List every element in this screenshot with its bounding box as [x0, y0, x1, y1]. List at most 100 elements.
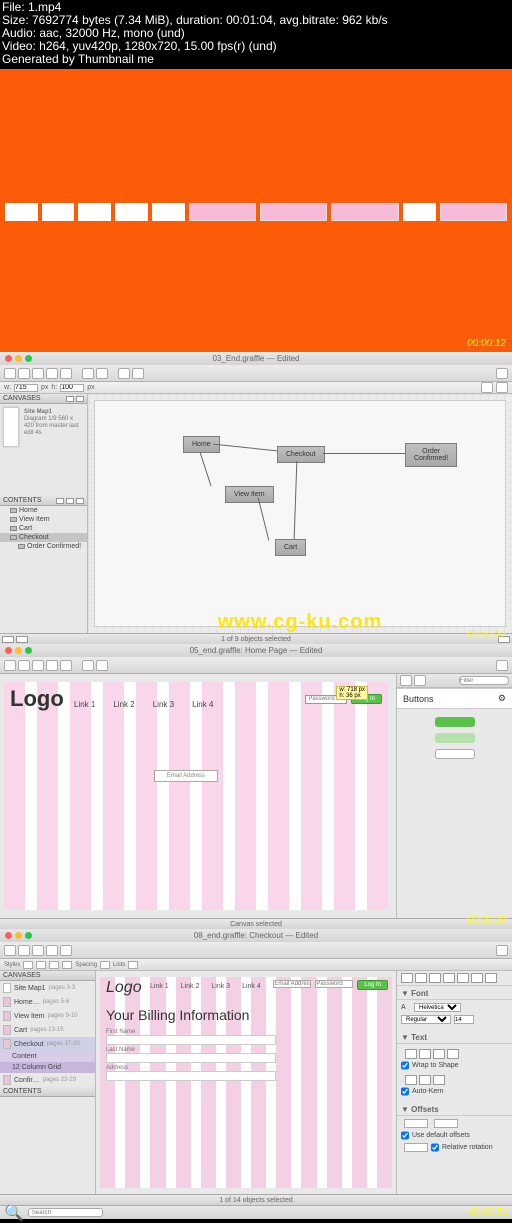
canvas-thumbnail[interactable]	[3, 407, 19, 447]
canvas[interactable]: Home Checkout Order Confirmed! View Item…	[88, 394, 512, 633]
email-field[interactable]: Email Address	[154, 770, 218, 782]
node-view[interactable]: View Item	[225, 486, 274, 503]
close-icon[interactable]	[5, 355, 12, 362]
lastname-input[interactable]	[106, 1053, 276, 1063]
stencil-button-secondary[interactable]	[435, 733, 475, 743]
close-icon[interactable]	[5, 647, 12, 654]
relrot-checkbox[interactable]	[431, 1143, 439, 1152]
tool-redo[interactable]	[132, 368, 144, 379]
list-item[interactable]: Order Confirmed!	[0, 542, 87, 551]
tool-inspector[interactable]	[496, 368, 508, 379]
nav-link[interactable]: Link 1	[150, 983, 169, 990]
tool-shape[interactable]	[18, 945, 30, 956]
rotation-input[interactable]	[404, 1143, 428, 1152]
minimize-icon[interactable]	[15, 647, 22, 654]
tool-rect[interactable]	[82, 368, 94, 379]
inspector-section[interactable]: ▼ Font	[397, 985, 512, 1000]
search-input[interactable]	[28, 1208, 103, 1217]
align-center-icon[interactable]	[419, 1049, 431, 1059]
logo[interactable]: Logo	[10, 686, 64, 712]
close-icon[interactable]	[5, 932, 12, 939]
tool-inspector[interactable]	[496, 945, 508, 956]
minimize-icon[interactable]	[15, 932, 22, 939]
email-input[interactable]	[273, 980, 311, 988]
spacing-icon[interactable]	[100, 961, 110, 969]
wrap-checkbox[interactable]	[401, 1061, 409, 1070]
tool-select[interactable]	[4, 660, 16, 671]
canvas-item[interactable]: Checkoutpages 17-20	[0, 1037, 95, 1051]
nav-link[interactable]: Link 3	[153, 700, 174, 709]
inspector-section[interactable]: ▼ Text	[397, 1030, 512, 1044]
contents-outline-icon[interactable]	[76, 498, 84, 504]
canvas-sublayer[interactable]: 12 Column Grid	[0, 1062, 95, 1073]
valign-mid-icon[interactable]	[419, 1075, 431, 1085]
valign-top-icon[interactable]	[405, 1075, 417, 1085]
contents-list-icon[interactable]	[66, 498, 74, 504]
tool-pen[interactable]	[60, 368, 72, 379]
tool-inspector[interactable]	[496, 660, 508, 671]
stencil-fwd-icon[interactable]	[414, 675, 426, 686]
tool-shape[interactable]	[18, 660, 30, 671]
zoom-icon[interactable]	[25, 355, 32, 362]
tool-shape[interactable]	[18, 368, 30, 379]
inspector-tab-icon[interactable]	[457, 973, 469, 983]
autokern-checkbox[interactable]	[401, 1087, 409, 1096]
valign-bot-icon[interactable]	[433, 1075, 445, 1085]
tool-undo[interactable]	[82, 660, 94, 671]
font-size-input[interactable]	[454, 1015, 474, 1024]
filter-input[interactable]	[459, 676, 509, 685]
font-family-select[interactable]: Helvetica	[414, 1003, 461, 1012]
gear-icon[interactable]: ⚙	[498, 693, 506, 704]
list-item[interactable]: Cart	[0, 524, 87, 533]
align-right-icon[interactable]	[49, 961, 59, 969]
inspector-tab-icon[interactable]	[471, 973, 483, 983]
zoom-out-icon[interactable]	[2, 636, 14, 643]
zoom-icon[interactable]	[25, 932, 32, 939]
canvas-item[interactable]: Confir…pages 23-29	[0, 1073, 95, 1087]
canvas-item[interactable]: Cartpages 13-15	[0, 1023, 95, 1037]
align-right-icon[interactable]	[433, 1049, 445, 1059]
nav-link[interactable]: Link 4	[192, 700, 213, 709]
tool-text[interactable]	[46, 660, 58, 671]
nav-link[interactable]: Link 2	[181, 983, 200, 990]
nav-link[interactable]: Link 1	[74, 700, 95, 709]
logo[interactable]: Logo	[106, 979, 142, 997]
inspector-tab-icon[interactable]	[429, 973, 441, 983]
list-item[interactable]: View Item	[0, 515, 87, 524]
canvas[interactable]: Logo Link 1 Link 2 Link 3 Link 4 Log In …	[0, 674, 396, 918]
add-canvas-icon[interactable]	[66, 396, 74, 402]
align-center-icon[interactable]	[36, 961, 46, 969]
canvas-sublayer[interactable]: Content	[0, 1051, 95, 1062]
stencil-button-primary[interactable]	[435, 717, 475, 727]
minimize-icon[interactable]	[15, 355, 22, 362]
offset-x-input[interactable]	[404, 1119, 428, 1128]
tool-text[interactable]	[46, 945, 58, 956]
inspector-tab-icon[interactable]	[485, 973, 497, 983]
tool-select[interactable]	[4, 945, 16, 956]
address-input[interactable]	[106, 1071, 276, 1081]
offset-y-input[interactable]	[434, 1119, 458, 1128]
list-item[interactable]: Checkout	[0, 533, 87, 542]
canvas-options-icon[interactable]	[76, 396, 84, 402]
align-left-icon[interactable]	[23, 961, 33, 969]
canvas-item[interactable]: Site Map1pages 3-3	[0, 981, 95, 995]
stroke-picker[interactable]	[481, 382, 493, 393]
nav-link[interactable]: Link 3	[211, 983, 230, 990]
nav-link[interactable]: Link 2	[113, 700, 134, 709]
tool-pen[interactable]	[60, 660, 72, 671]
fill-picker[interactable]	[496, 382, 508, 393]
tool-line[interactable]	[32, 945, 44, 956]
canvas-item[interactable]: Home…pages 5-6	[0, 995, 95, 1009]
inspector-tab-icon[interactable]	[401, 973, 413, 983]
tool-redo[interactable]	[96, 660, 108, 671]
font-weight-select[interactable]: Regular	[401, 1015, 451, 1024]
inspector-tab-icon[interactable]	[415, 973, 427, 983]
node-order[interactable]: Order Confirmed!	[405, 443, 457, 467]
list-item[interactable]: Home	[0, 506, 87, 515]
node-cart[interactable]: Cart	[275, 539, 306, 556]
tool-line[interactable]	[32, 368, 44, 379]
canvas[interactable]: Logo Link 1 Link 2 Link 3 Link 4 Log In …	[96, 971, 396, 1194]
stencil-section[interactable]: Buttons ⚙	[397, 688, 512, 709]
tool-select[interactable]	[4, 368, 16, 379]
contents-view-icon[interactable]	[56, 498, 64, 504]
